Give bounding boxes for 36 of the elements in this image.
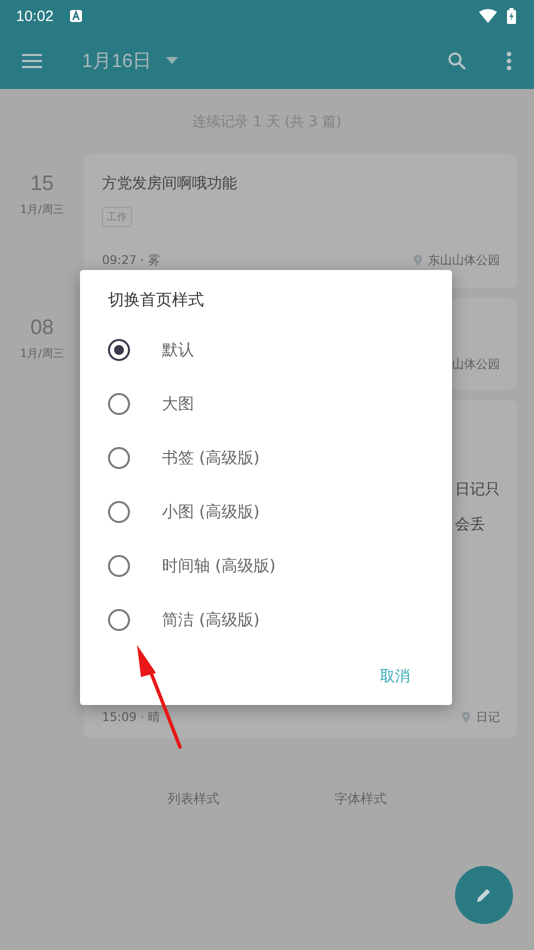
- search-icon[interactable]: [448, 52, 466, 70]
- radio-button[interactable]: [108, 555, 130, 577]
- option-label[interactable]: 小图 (高级版): [162, 502, 260, 522]
- weekday-text: 1月/周三: [20, 202, 64, 217]
- entry-text: 会丢: [455, 515, 485, 534]
- location-text: 日记: [476, 709, 500, 726]
- wifi-icon: [479, 9, 497, 23]
- radio-button[interactable]: [108, 393, 130, 415]
- status-time: 10:02: [16, 8, 54, 24]
- location-pin-icon: [462, 712, 470, 723]
- option-label[interactable]: 简洁 (高级版): [162, 610, 260, 630]
- dropdown-icon[interactable]: [166, 57, 178, 64]
- battery-icon: [507, 8, 516, 24]
- time-weather: 15:09 · 晴: [102, 709, 160, 726]
- radio-button[interactable]: [108, 339, 130, 361]
- dialog-title: 切换首页样式: [108, 290, 205, 311]
- weekday-text: 1月/周三: [20, 346, 64, 361]
- menu-icon[interactable]: [22, 54, 42, 68]
- option-label[interactable]: 时间轴 (高级版): [162, 556, 276, 576]
- entry-text: 日记只: [455, 480, 500, 499]
- option-label[interactable]: 书签 (高级版): [162, 448, 260, 468]
- pencil-icon: [475, 886, 493, 904]
- more-icon[interactable]: [506, 50, 512, 70]
- radio-button[interactable]: [108, 447, 130, 469]
- location-text: 山体公园: [452, 356, 500, 373]
- radio-button[interactable]: [108, 501, 130, 523]
- time-weather: 09:27 · 雾: [102, 252, 160, 269]
- entry-title: 方党发房间啊哦功能: [102, 174, 238, 193]
- day-number: 08: [30, 316, 54, 340]
- option-label[interactable]: 大图: [162, 394, 194, 414]
- notification-icon: [70, 10, 82, 22]
- location-text: 东山山体公园: [428, 252, 500, 269]
- day-number: 15: [30, 172, 54, 196]
- location-pin-icon: [414, 255, 422, 266]
- radio-button[interactable]: [108, 609, 130, 631]
- option-label[interactable]: 默认: [162, 340, 194, 360]
